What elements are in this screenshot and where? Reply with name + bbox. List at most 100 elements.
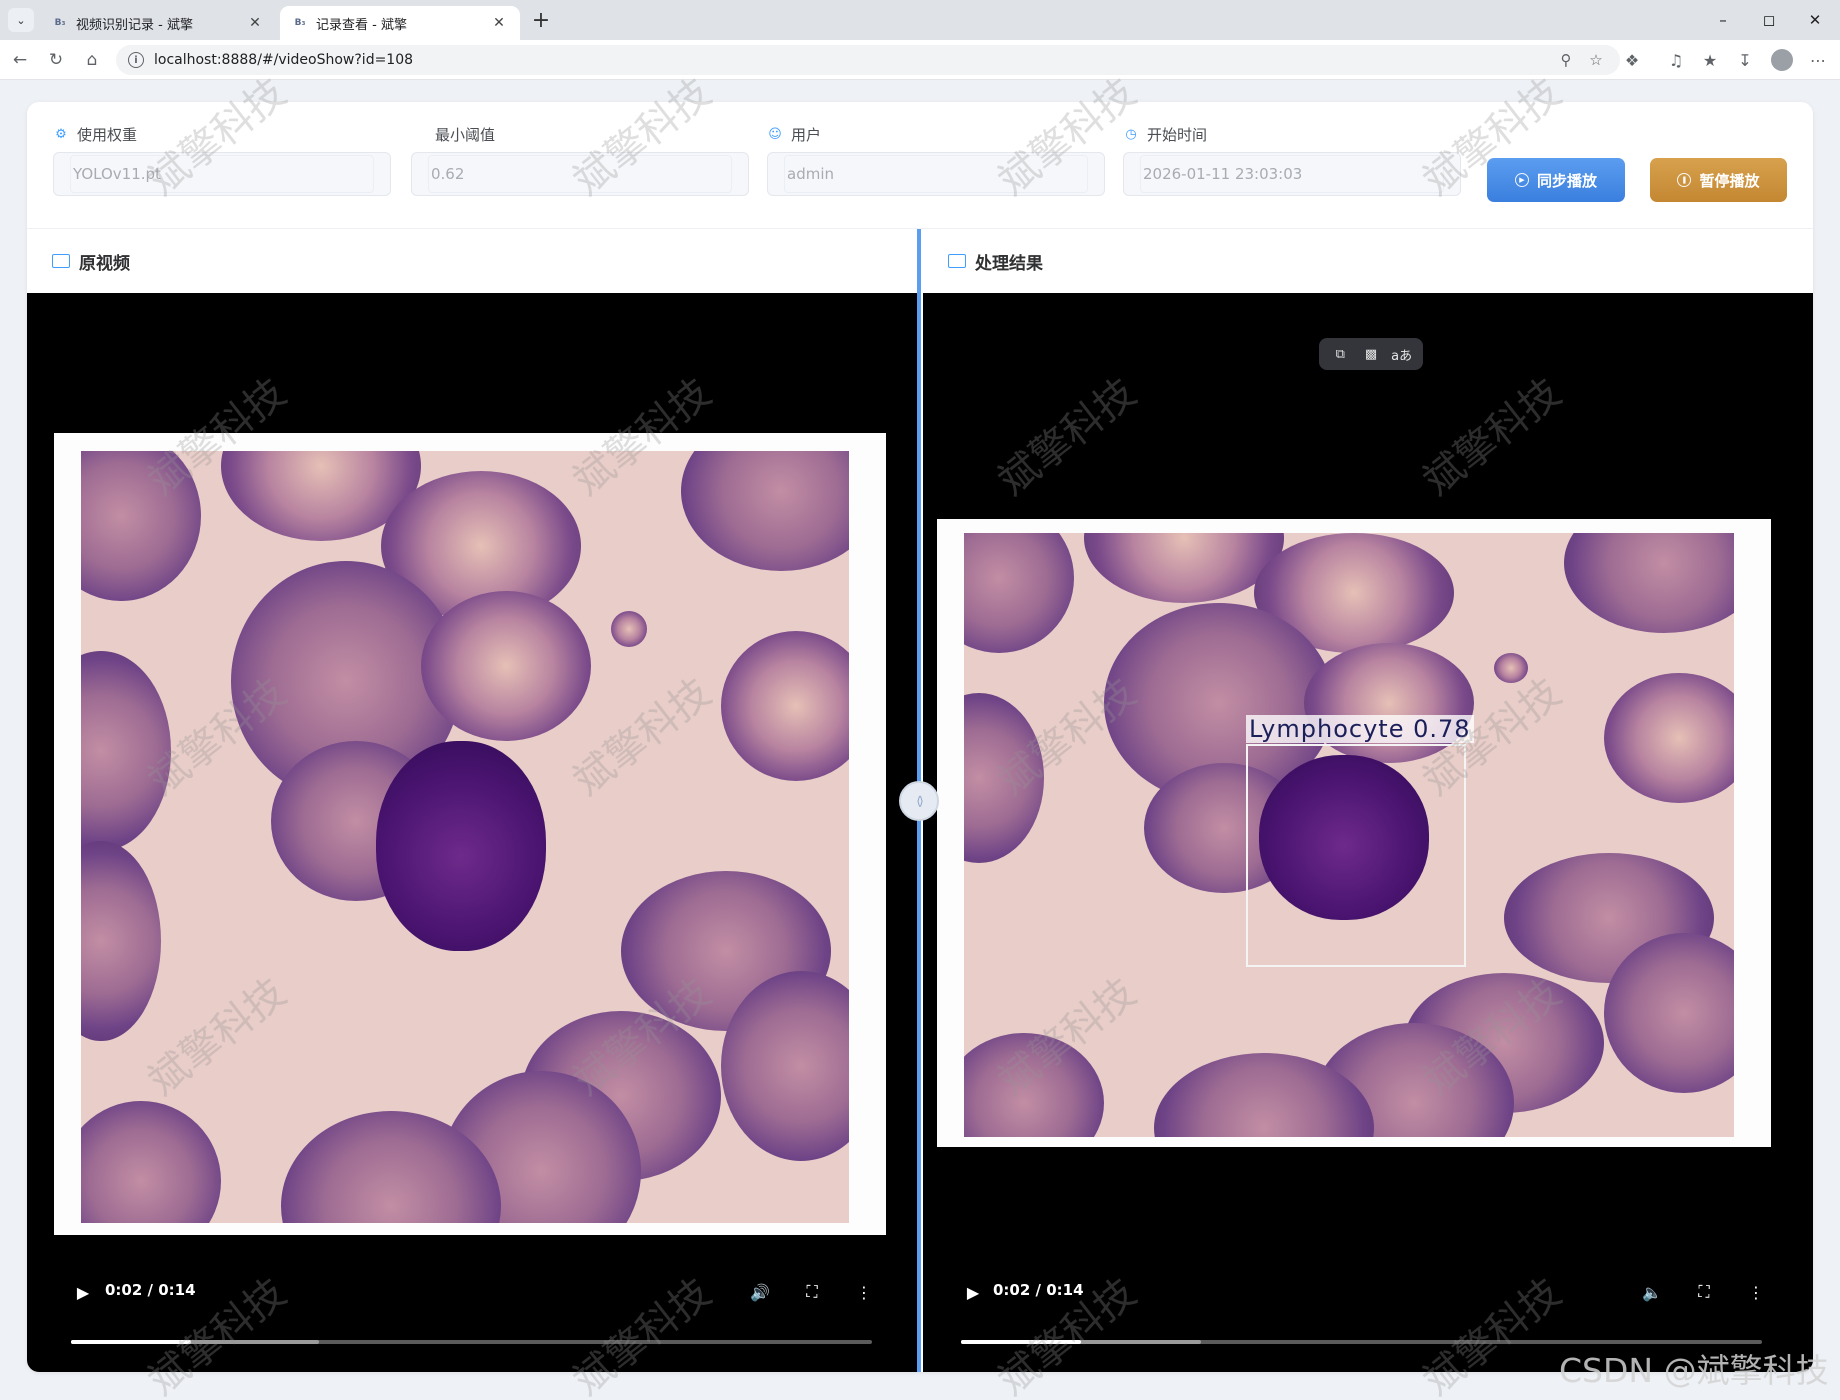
favorites-icon[interactable]: ★ <box>1696 46 1724 74</box>
minimize-button[interactable]: – <box>1702 6 1744 34</box>
video-time: 0:02 / 0:14 <box>993 1281 1084 1299</box>
result-video-player[interactable]: ⧉ ▩ aあ Lymphocyte 0.78 ▶ 0:02 / 0:14 🔈 ⛶… <box>923 293 1813 1372</box>
user-value: admin <box>784 155 1088 193</box>
video-controls: ▶ 0:02 / 0:14 🔊 ⛶ ⋮ <box>27 1262 917 1372</box>
play-icon: ▶ <box>966 1282 980 1302</box>
panel-header: 处理结果 <box>923 229 1813 293</box>
picture-in-picture-icon[interactable]: ⧉ <box>1327 347 1353 362</box>
site-favicon-icon: B₃ <box>294 18 306 28</box>
address-bar[interactable]: i localhost:8888/#/videoShow?id=108 ⚲ ☆ <box>116 45 1620 75</box>
volume-button[interactable]: 🔊 <box>745 1278 775 1306</box>
play-icon: ▶ <box>76 1282 90 1302</box>
weight-label: 使用权重 <box>77 125 138 144</box>
sync-play-label: 同步播放 <box>1536 171 1597 190</box>
home-icon: ⌂ <box>86 50 98 70</box>
panel-header: 原视频 <box>27 229 917 293</box>
maximize-button[interactable]: ◻ <box>1748 6 1790 34</box>
video-time: 0:02 / 0:14 <box>105 1281 196 1299</box>
visual-search-icon[interactable]: ▩ <box>1358 347 1384 362</box>
play-button[interactable]: ▶ <box>959 1278 987 1306</box>
download-icon[interactable]: ↧ <box>1731 46 1759 74</box>
chevrons-horizontal-icon: ⟨⟩ <box>916 794 924 808</box>
close-window-button[interactable]: ✕ <box>1794 6 1836 34</box>
profile-avatar[interactable] <box>1771 49 1793 71</box>
zoom-icon[interactable]: ⚲ <box>1554 48 1578 72</box>
fullscreen-button[interactable]: ⛶ <box>797 1278 827 1306</box>
start-time-input[interactable]: 2026-01-11 23:03:03 <box>1123 152 1461 196</box>
more-vertical-icon: ⋮ <box>1748 1282 1764 1302</box>
close-icon[interactable]: ✕ <box>490 14 508 32</box>
played-range <box>961 1340 1082 1344</box>
play-circle-icon: ▶ <box>1514 173 1529 187</box>
browser-tab-bar: ⌄ B₃ 视频识别记录 - 斌擎 ✕ B₃ 记录查看 - 斌擎 ✕ + – ◻ … <box>0 0 1840 40</box>
progress-bar[interactable] <box>71 1340 872 1344</box>
original-video-title: 原视频 <box>79 253 130 274</box>
info-icon[interactable]: i <box>128 52 144 68</box>
detection-label: Lymphocyte 0.78 <box>1246 715 1474 743</box>
threshold-input[interactable]: 0.62 <box>411 152 749 196</box>
pause-play-button[interactable]: ❚ 暂停播放 <box>1650 158 1787 202</box>
browser-tab-record-view[interactable]: B₃ 记录查看 - 斌擎 ✕ <box>280 6 520 40</box>
extensions-icon[interactable]: ❖ <box>1618 46 1646 74</box>
result-video-panel: 处理结果 ⧉ ▩ aあ Lymphocyte 0.78 ▶ 0:02 / 0:1… <box>923 229 1813 1372</box>
user-input[interactable]: admin <box>767 152 1105 196</box>
arrow-left-icon: ← <box>12 50 28 70</box>
user-icon: ☺ <box>768 126 782 142</box>
start-time-label: 开始时间 <box>1147 125 1208 144</box>
start-time-value: 2026-01-11 23:03:03 <box>1140 155 1444 193</box>
browser-toolbar: ← ↻ ⌂ i localhost:8888/#/videoShow?id=10… <box>0 40 1840 80</box>
chevron-down-icon: ⌄ <box>16 13 26 27</box>
new-tab-button[interactable]: + <box>528 7 554 33</box>
star-icon[interactable]: ☆ <box>1584 48 1608 72</box>
weight-field: ⚙ 使用权重 YOLOv11.pt <box>53 124 391 196</box>
weight-input[interactable]: YOLOv11.pt <box>53 152 391 196</box>
footer-credit: CSDN @斌擎科技 <box>1559 1351 1829 1390</box>
site-favicon-icon: B₃ <box>54 18 66 28</box>
minimize-icon: – <box>1719 11 1727 29</box>
reload-icon: ↻ <box>48 50 64 70</box>
sync-play-button[interactable]: ▶ 同步播放 <box>1487 158 1625 202</box>
tab-title: 记录查看 - 斌擎 <box>316 17 407 33</box>
play-button[interactable]: ▶ <box>69 1278 97 1306</box>
back-button[interactable]: ← <box>6 46 34 74</box>
url-text: localhost:8888/#/videoShow?id=108 <box>154 52 414 68</box>
video-frame <box>54 433 886 1235</box>
detection-bounding-box <box>1246 744 1466 967</box>
start-time-field: ◷ 开始时间 2026-01-11 23:03:03 <box>1123 124 1461 196</box>
threshold-value: 0.62 <box>428 155 732 193</box>
volume-button[interactable]: 🔈 <box>1637 1278 1667 1306</box>
fullscreen-button[interactable]: ⛶ <box>1689 1278 1719 1306</box>
played-range <box>71 1340 192 1344</box>
fullscreen-icon: ⛶ <box>1698 1282 1710 1301</box>
splitter-handle[interactable]: ⟨⟩ <box>899 781 939 821</box>
more-menu-icon[interactable]: ⋯ <box>1804 46 1832 74</box>
fullscreen-icon: ⛶ <box>806 1282 818 1301</box>
tab-list-button[interactable]: ⌄ <box>8 8 34 32</box>
original-video-panel: 原视频 ▶ 0:02 / 0:14 🔊 ⛶ ⋮ <box>27 229 917 1372</box>
close-icon[interactable]: ✕ <box>246 14 264 32</box>
reload-button[interactable]: ↻ <box>42 46 70 74</box>
browser-tab-video-records[interactable]: B₃ 视频识别记录 - 斌擎 ✕ <box>40 6 276 40</box>
original-video-player[interactable]: ▶ 0:02 / 0:14 🔊 ⛶ ⋮ <box>27 293 917 1372</box>
volume-icon: 🔊 <box>750 1282 770 1302</box>
pause-play-label: 暂停播放 <box>1699 171 1760 190</box>
result-video-title: 处理结果 <box>975 253 1043 274</box>
pause-circle-icon: ❚ <box>1677 173 1692 187</box>
media-icon[interactable]: ♫ <box>1662 46 1690 74</box>
cpu-icon: ⚙ <box>55 126 67 142</box>
more-options-button[interactable]: ⋮ <box>849 1278 879 1306</box>
home-button[interactable]: ⌂ <box>78 46 106 74</box>
video-frame: Lymphocyte 0.78 <box>937 519 1771 1147</box>
plus-icon: + <box>531 7 551 33</box>
monitor-icon <box>948 254 966 268</box>
video-camera-icon <box>52 254 70 268</box>
tab-title: 视频识别记录 - 斌擎 <box>76 17 193 33</box>
threshold-label: 最小阈值 <box>435 125 496 144</box>
more-options-button[interactable]: ⋮ <box>1741 1278 1771 1306</box>
threshold-icon <box>411 126 427 142</box>
threshold-field: 最小阈值 0.62 <box>411 124 749 196</box>
translate-icon[interactable]: aあ <box>1389 345 1415 364</box>
clock-icon: ◷ <box>1125 126 1137 142</box>
user-field: ☺ 用户 admin <box>767 124 1105 196</box>
more-vertical-icon: ⋮ <box>856 1282 872 1302</box>
